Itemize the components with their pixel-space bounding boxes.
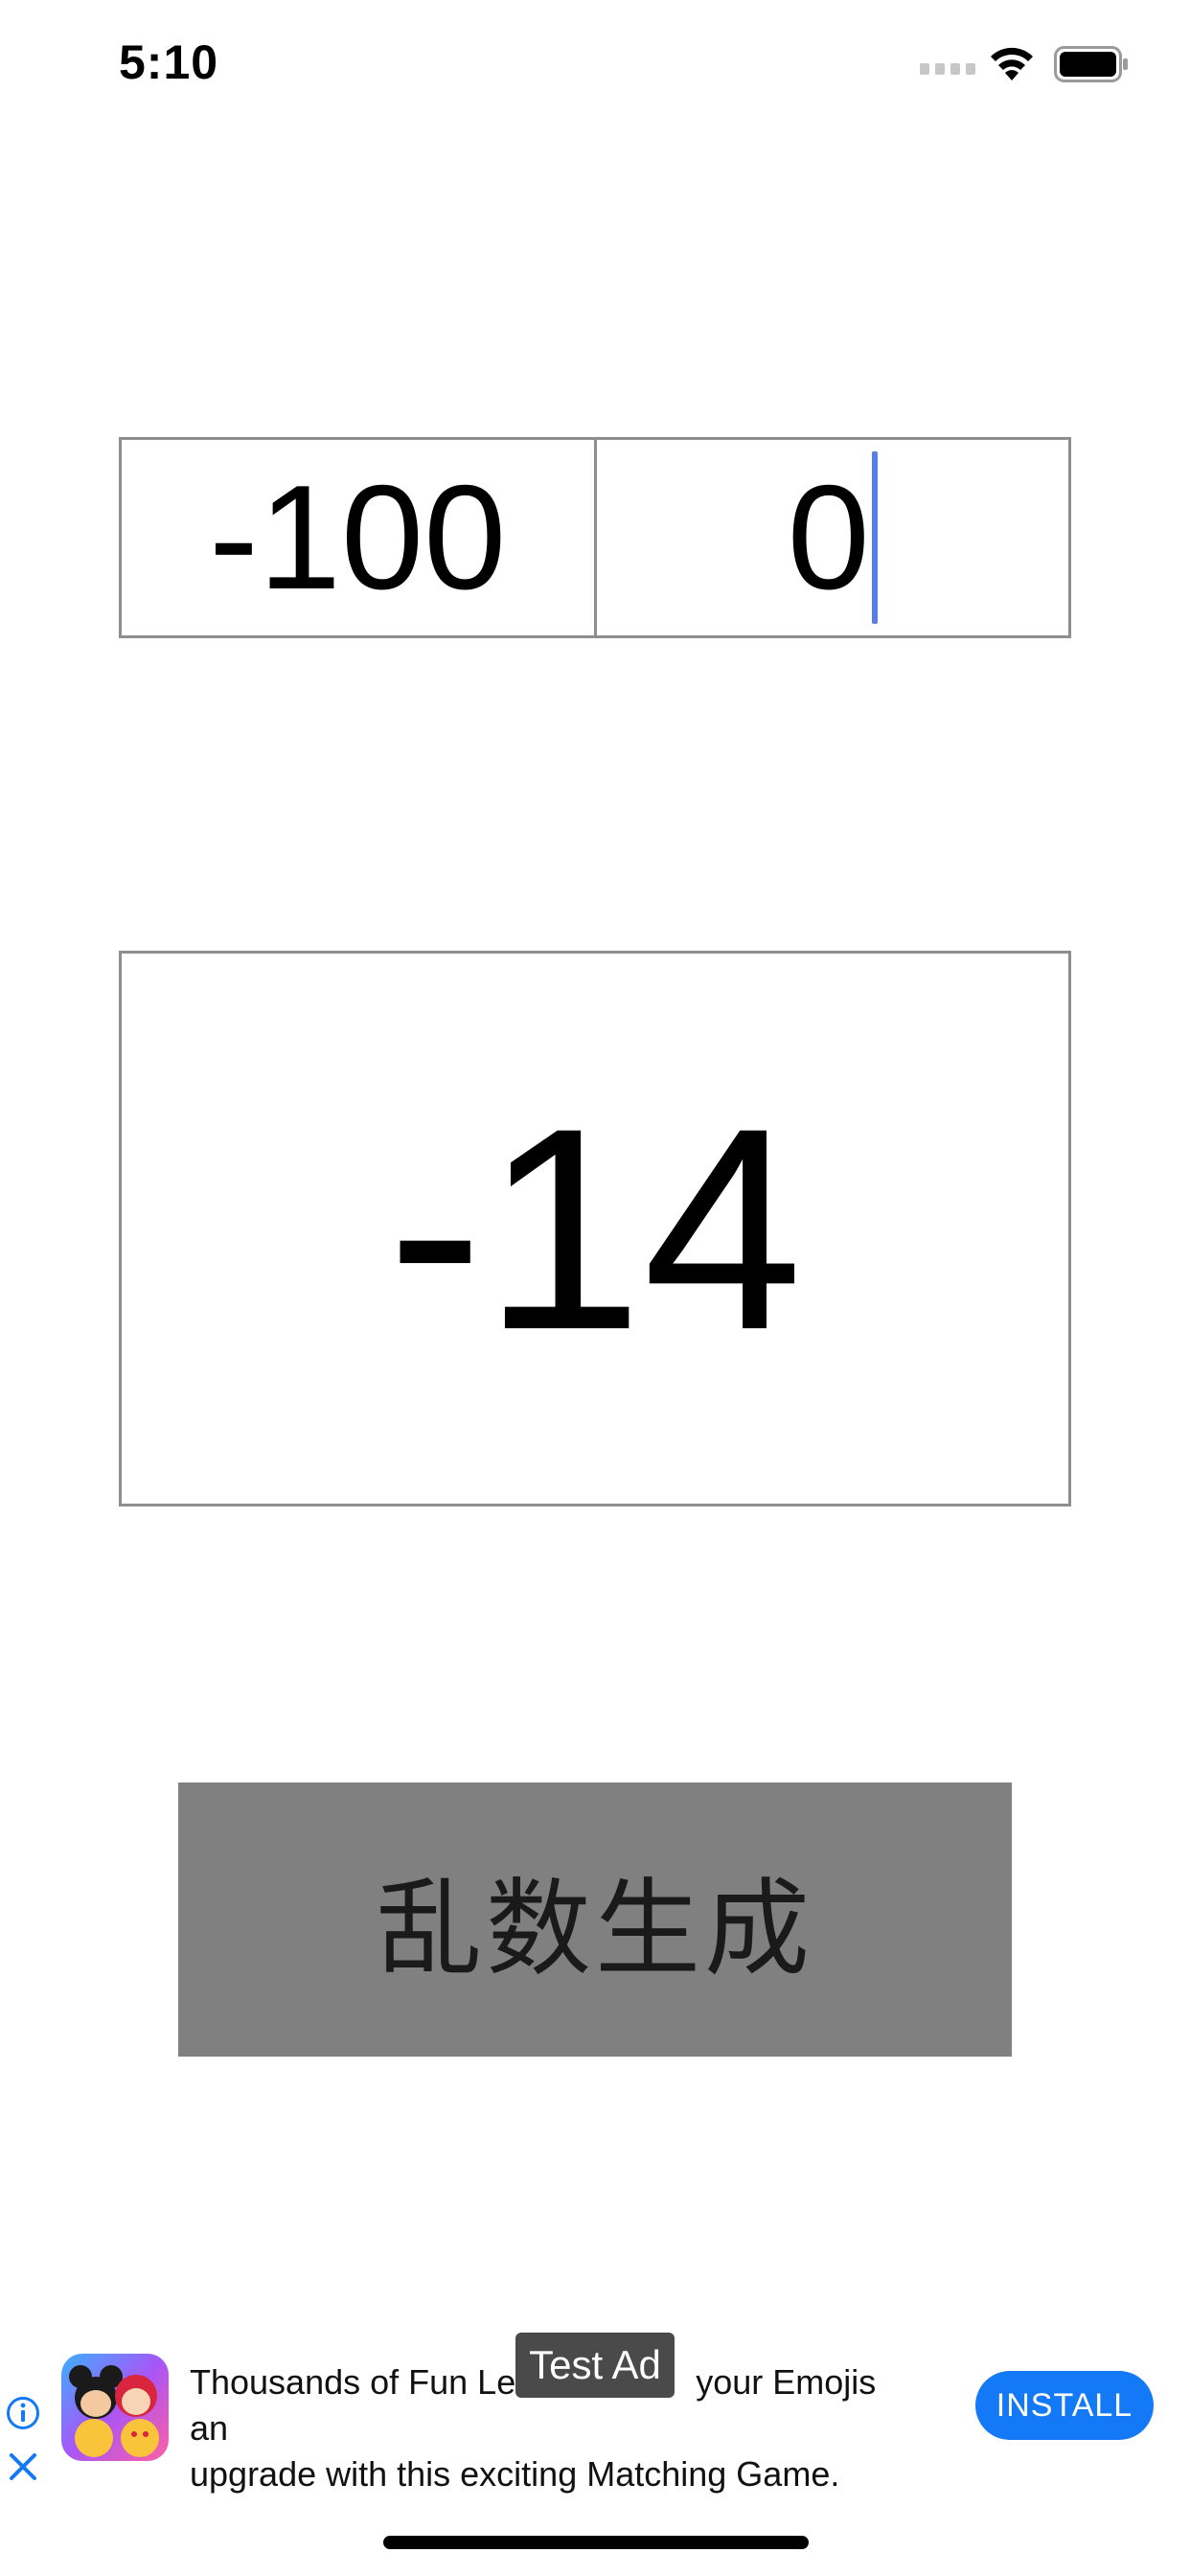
max-value-text: 0 xyxy=(787,454,870,620)
app-icon[interactable] xyxy=(61,2354,169,2461)
max-value-wrap: 0 xyxy=(788,451,878,624)
text-cursor xyxy=(871,451,878,624)
max-value-field[interactable]: 0 xyxy=(596,437,1071,638)
info-icon[interactable] xyxy=(6,2396,40,2430)
signal-icon xyxy=(920,63,975,75)
result-value: -14 xyxy=(387,1068,803,1390)
status-time: 5:10 xyxy=(119,35,219,89)
battery-icon xyxy=(1054,46,1128,82)
install-button[interactable]: INSTALL xyxy=(975,2371,1154,2440)
home-indicator[interactable] xyxy=(383,2536,809,2549)
close-icon[interactable] xyxy=(8,2451,38,2482)
result-display: -14 xyxy=(119,951,1071,1506)
generate-button-label: 乱数生成 xyxy=(377,1868,813,1990)
generate-random-button[interactable]: 乱数生成 xyxy=(178,1782,1012,2057)
status-bar: 5:10 xyxy=(0,0,1190,134)
min-value-text: -100 xyxy=(209,454,507,620)
range-inputs: -100 0 xyxy=(119,437,1071,638)
min-value-field[interactable]: -100 xyxy=(119,437,597,638)
ad-line-2: upgrade with this exciting Matching Game… xyxy=(190,2454,840,2494)
test-ad-label: Test Ad xyxy=(515,2333,675,2398)
wifi-icon xyxy=(991,47,1033,80)
